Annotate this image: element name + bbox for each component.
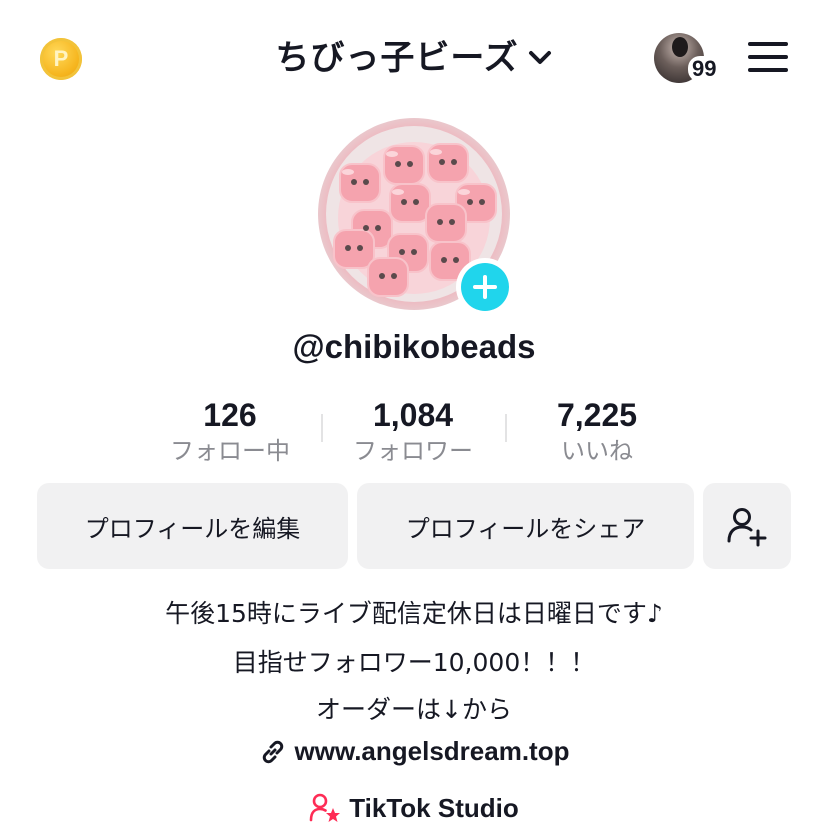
edit-profile-button[interactable]: プロフィールを編集 xyxy=(37,483,348,569)
hamburger-menu-icon[interactable] xyxy=(748,42,788,72)
username: @chibikobeads xyxy=(292,328,536,365)
followers-label: フォロワー xyxy=(353,437,473,465)
profile-link-text[interactable]: www.angelsdream.top xyxy=(295,736,570,767)
profile-link[interactable]: www.angelsdream.top xyxy=(0,736,828,767)
stat-followers[interactable]: 1,084 フォロワー xyxy=(313,396,513,468)
bio-line: オーダーは↓から xyxy=(316,695,512,724)
menu-bar xyxy=(748,68,788,72)
studio-person-star-icon xyxy=(309,793,341,822)
add-friend-button[interactable] xyxy=(703,483,791,569)
chevron-down-icon[interactable] xyxy=(527,48,553,66)
stat-likes[interactable]: 7,225 いいね xyxy=(497,396,697,468)
share-profile-button[interactable]: プロフィールをシェア xyxy=(357,483,694,569)
stat-following[interactable]: 126 フォロー中 xyxy=(130,396,330,468)
notification-badge: 99 xyxy=(688,56,721,82)
following-label: フォロー中 xyxy=(170,437,290,465)
stats-row: 126 フォロー中 1,084 フォロワー 7,225 いいね xyxy=(0,396,828,470)
top-bar: P ちびっ子ビーズ 99 xyxy=(0,0,828,110)
menu-bar xyxy=(748,55,788,59)
bio-line: 午後15時にライブ配信定休日は日曜日です♪ xyxy=(165,599,663,628)
likes-count: 7,225 xyxy=(556,397,638,433)
link-icon xyxy=(262,740,283,763)
menu-bar xyxy=(748,42,788,46)
tiktok-studio-label[interactable]: TikTok Studio xyxy=(349,793,518,824)
followers-count: 1,084 xyxy=(372,397,454,433)
tiktok-studio-link[interactable]: TikTok Studio xyxy=(0,792,828,824)
plus-icon xyxy=(461,263,509,311)
following-count: 126 xyxy=(203,397,257,433)
page-title[interactable]: ちびっ子ビーズ xyxy=(275,30,518,79)
likes-label: いいね xyxy=(561,437,633,465)
add-user-icon xyxy=(727,508,767,547)
add-avatar-button[interactable] xyxy=(456,258,514,316)
bio-line: 目指せフォロワー10,000！！！ xyxy=(232,648,596,677)
